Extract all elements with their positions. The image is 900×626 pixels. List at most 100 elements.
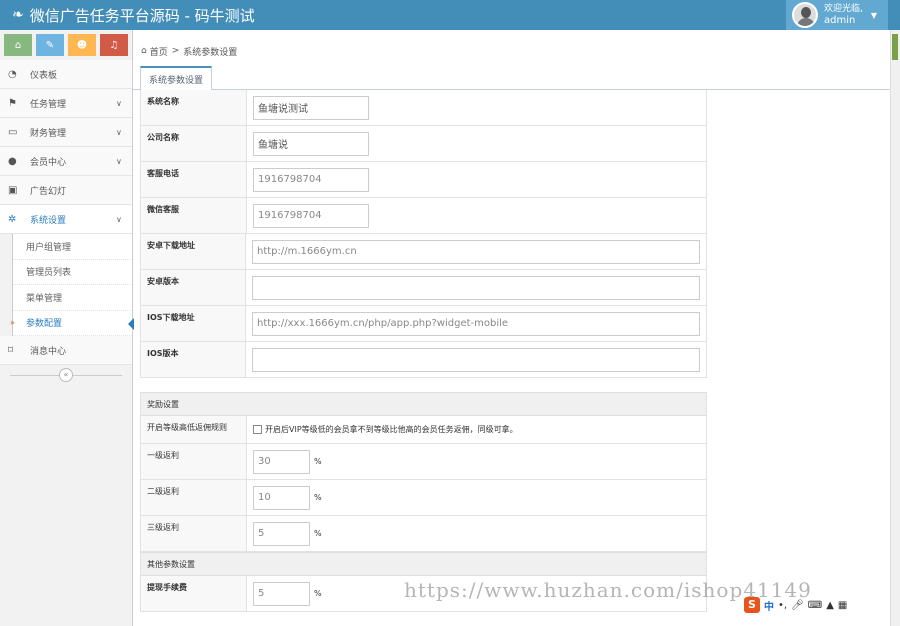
active-pointer-icon [128, 317, 134, 330]
sidebar-collapse: « [0, 365, 132, 387]
field-label: 微信客服 [140, 198, 247, 233]
sidebar-item-ads[interactable]: ▣ 广告幻灯 [0, 176, 132, 205]
company-name-input[interactable]: 鱼塘说 [253, 131, 369, 156]
sidebar-item-label: 任务管理 [30, 99, 67, 110]
brand[interactable]: ❧ 微信广告任务平台源码 - 码牛测试 [12, 0, 255, 30]
android-version-input[interactable] [252, 275, 700, 300]
cog-icon: ✲ [8, 213, 17, 225]
form-row: IOS下载地址 http://xxx.1666ym.cn/php/app.php… [140, 306, 707, 342]
reward-rule-text: 开启后VIP等级低的会员拿不到等级比他高的会员任务返佣，同级可拿。 [265, 425, 518, 434]
percent-unit: % [314, 589, 322, 598]
sidebar-item-label: 财务管理 [30, 128, 67, 139]
percent-unit: % [314, 529, 322, 538]
sidebar-item-members[interactable]: ● 会员中心 ∨ [0, 147, 132, 176]
tab-system-params[interactable]: 系统参数设置 [140, 66, 213, 91]
chevron-down-icon: ∨ [116, 98, 122, 108]
keyboard-icon: ⌨ [807, 599, 823, 611]
sidebar-item-label: 会员中心 [30, 157, 67, 168]
sidebar-item-label: 系统设置 [30, 215, 67, 226]
sidebar-subitem-label: 菜单管理 [26, 293, 63, 304]
percent-unit: % [314, 493, 322, 502]
sidebar-subitem-menus[interactable]: 菜单管理 [13, 285, 132, 311]
bell-shortcut-button[interactable]: ♫ [100, 34, 128, 56]
sidebar-item-finance[interactable]: ▭ 财务管理 ∨ [0, 118, 132, 147]
level1-reward-input[interactable]: 30 [253, 449, 310, 474]
ime-mode[interactable]: 中 [764, 598, 774, 613]
ios-url-input[interactable]: http://xxx.1666ym.cn/php/app.php?widget-… [252, 311, 700, 336]
level3-reward-input[interactable]: 5 [253, 521, 310, 546]
android-url-input[interactable]: http://m.1666ym.cn [252, 239, 700, 264]
welcome-text: 欢迎光临, [824, 4, 863, 14]
reward-rule-checkbox[interactable] [253, 425, 262, 434]
ime-toolbar[interactable]: S 中 •, 🎤︎ ⌨ ▲ ▦ [744, 596, 847, 614]
field-label: 提现手续费 [140, 576, 247, 611]
sogou-logo-icon: S [744, 597, 760, 613]
field-label: 系统名称 [140, 90, 247, 125]
collapse-sidebar-button[interactable]: « [59, 368, 73, 382]
user-menu[interactable]: 欢迎光临, admin ▼ [786, 0, 888, 30]
top-navbar: ❧ 微信广告任务平台源码 - 码牛测试 欢迎光临, admin ▼ [0, 0, 900, 30]
sidebar-item-label: 广告幻灯 [30, 186, 67, 197]
avatar [792, 2, 818, 28]
home-shortcut-button[interactable]: ⌂ [4, 34, 32, 56]
settings-form: 系统名称 鱼塘说测试 公司名称 鱼塘说 客服电话 1916798704 微信客服… [140, 90, 707, 612]
sidebar-item-tasks[interactable]: ⚑ 任务管理 ∨ [0, 89, 132, 118]
home-icon: ⌂ [14, 39, 22, 51]
skin-icon: ▲ [826, 599, 834, 611]
field-label: IOS版本 [140, 342, 246, 377]
field-label: IOS下载地址 [140, 306, 246, 341]
punctuation-icon: •, [778, 599, 788, 611]
level2-reward-input[interactable]: 10 [253, 485, 310, 510]
wechat-service-input[interactable]: 1916798704 [253, 203, 369, 228]
sidebar-subitem-admins[interactable]: 管理员列表 [13, 259, 132, 285]
leaf-icon: ❧ [12, 7, 24, 23]
double-angle-right-icon: » [10, 318, 15, 328]
page-scrollbar[interactable] [890, 30, 900, 626]
system-settings-submenu: 用户组管理 管理员列表 菜单管理 » 参数配置 [10, 234, 134, 336]
form-row: 二级返利 10% [140, 480, 707, 516]
service-phone-input[interactable]: 1916798704 [253, 167, 369, 192]
form-row: 安卓版本 [140, 270, 707, 306]
sidebar-item-dashboard[interactable]: ◔ 仪表板 [0, 60, 132, 89]
shortcut-buttons: ⌂ ✎ ☻ ♫ [0, 30, 132, 60]
user-icon: ● [8, 155, 17, 167]
field-label: 客服电话 [140, 162, 247, 197]
home-icon: ⌂ [141, 46, 147, 56]
sidebar-subitem-usergroups[interactable]: 用户组管理 [13, 234, 132, 260]
ios-version-input[interactable] [252, 347, 700, 372]
user-info: 欢迎光临, admin [824, 4, 863, 26]
form-row: 客服电话 1916798704 [140, 162, 707, 198]
grid-icon: ▦ [837, 599, 848, 611]
form-row: 三级返利 5% [140, 516, 707, 552]
breadcrumb: ⌂ 首页 > 系统参数设置 [133, 40, 890, 62]
sidebar-subitem-params[interactable]: » 参数配置 [10, 310, 134, 336]
percent-unit: % [314, 457, 322, 466]
bell-icon: ♫ [109, 39, 119, 51]
edit-shortcut-button[interactable]: ✎ [36, 34, 64, 56]
chevron-down-icon: ∨ [116, 214, 122, 224]
breadcrumb-home-link[interactable]: 首页 [150, 45, 168, 58]
sidebar-item-messages[interactable]: ⌑ 消息中心 [0, 336, 132, 365]
flag-icon: ⚑ [8, 97, 17, 109]
reward-section-header: 奖励设置 [140, 392, 707, 416]
sidebar-item-system-settings[interactable]: ✲ 系统设置 ∨ [0, 205, 132, 234]
form-row: 一级返利 30% [140, 444, 707, 480]
username: admin [824, 15, 856, 26]
system-name-input[interactable]: 鱼塘说测试 [253, 95, 369, 120]
form-row: IOS版本 [140, 342, 707, 378]
form-row: 开启等级高低返佣规则 开启后VIP等级低的会员拿不到等级比他高的会员任务返佣，同… [140, 416, 707, 444]
users-shortcut-button[interactable]: ☻ [68, 34, 96, 56]
dashboard-icon: ◔ [8, 68, 17, 80]
bookmark-icon: ⌑ [8, 344, 14, 356]
pencil-icon: ✎ [45, 39, 55, 51]
field-label: 三级返利 [140, 516, 247, 551]
field-label: 安卓版本 [140, 270, 246, 305]
picture-icon: ▣ [8, 184, 18, 196]
withdraw-fee-input[interactable]: 5 [253, 581, 310, 606]
caret-down-icon: ▼ [870, 10, 878, 20]
scrollbar-thumb[interactable] [892, 34, 898, 60]
app-title: 微信广告任务平台源码 - 码牛测试 [29, 6, 255, 25]
field-label: 安卓下载地址 [140, 234, 246, 269]
sidebar-subitem-label: 用户组管理 [26, 242, 72, 253]
inbox-icon: ▭ [8, 126, 18, 138]
